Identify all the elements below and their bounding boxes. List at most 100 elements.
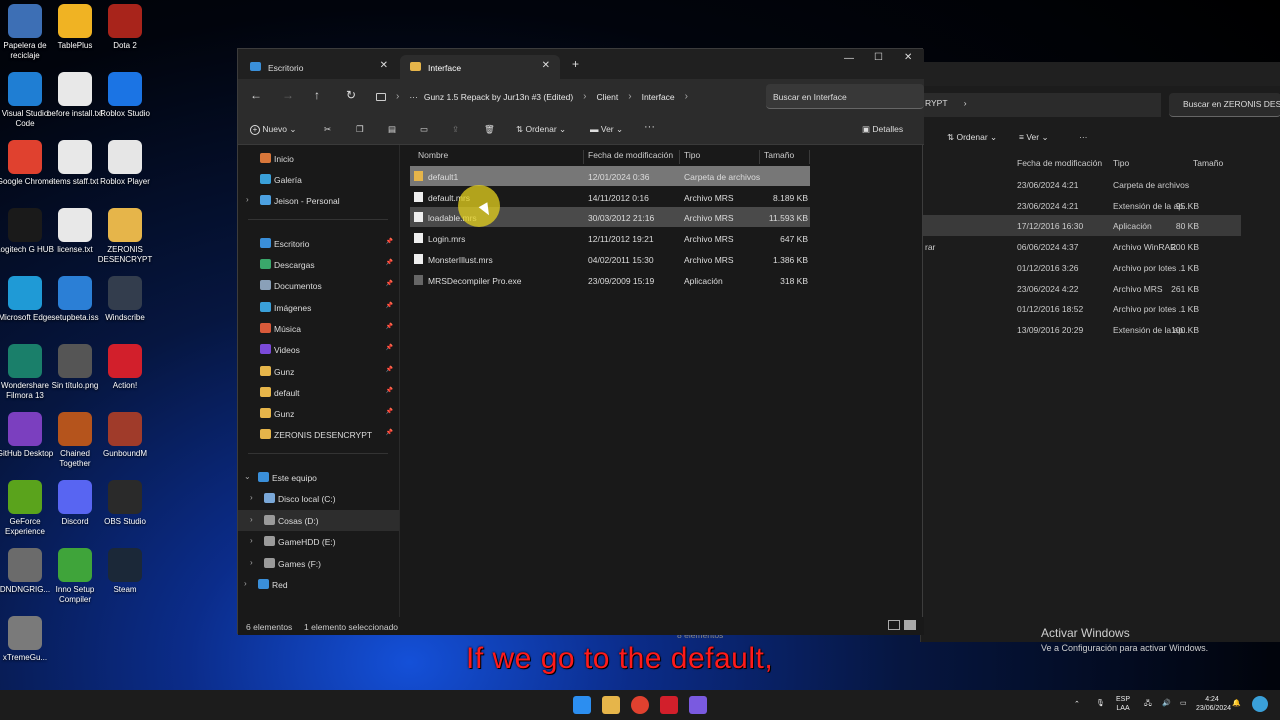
volume-icon[interactable]: 🔊	[1162, 699, 1171, 708]
back-more-button[interactable]: ···	[1079, 132, 1088, 142]
desktop-item[interactable]: Windscribe	[95, 276, 155, 323]
back-file-row[interactable]: 01/12/2016 3:26 Archivo por lotes ... 1 KB	[921, 257, 1241, 278]
sidebar-item[interactable]: › Games (F:)	[238, 553, 399, 574]
sort-button[interactable]: ⇅ Ordenar ⌄	[516, 124, 566, 135]
sidebar-item[interactable]: › Disco local (C:)	[238, 488, 399, 509]
chevron-down-icon[interactable]: ⌄	[244, 472, 251, 481]
back-file-row[interactable]: 13/09/2016 20:29 Extensión de la ap... 100…	[921, 319, 1241, 340]
close-tab-icon[interactable]: ✕	[542, 60, 550, 71]
back-file-row[interactable]: 23/06/2024 4:22 Archivo MRS 261 KB	[921, 278, 1241, 299]
bell-icon[interactable]: 🔔	[1232, 699, 1241, 708]
minimize-button[interactable]: —	[844, 53, 854, 64]
back-file-row[interactable]: rar 06/06/2024 4:37 Archivo WinRAR 200 KB	[921, 236, 1241, 257]
sidebar-item[interactable]: Galería	[238, 169, 399, 190]
pin-icon[interactable]: 📌	[386, 280, 393, 287]
visual-studio-icon[interactable]	[689, 696, 707, 714]
file-row[interactable]: MonsterIllust.mrs 04/02/2011 15:30 Archivo…	[410, 249, 810, 269]
chevron-right-icon[interactable]: ›	[250, 515, 253, 524]
chevron-up-icon[interactable]: ⌃	[1074, 700, 1080, 709]
new-button[interactable]: + Nuevo ⌄	[250, 124, 296, 135]
search-input[interactable]: Buscar en Interface	[766, 84, 924, 109]
pin-icon[interactable]: 📌	[386, 344, 393, 351]
back-view-button[interactable]: ≡ Ver ⌄	[1019, 132, 1049, 143]
address-bar[interactable]: › ··· Gunz 1.5 Repack by Jur13n #3 (Edit…	[376, 84, 756, 109]
action-icon[interactable]	[660, 696, 678, 714]
pin-icon[interactable]: 📌	[386, 302, 393, 309]
tab-interface[interactable]: Interface ✕	[400, 55, 560, 79]
back-col-size[interactable]: Tamaño	[1193, 158, 1223, 168]
cut-icon[interactable]: ✂	[324, 124, 331, 135]
file-row[interactable]: default1 12/01/2024 0:36 Carpeta de archiv…	[410, 166, 810, 186]
back-file-row[interactable]: 23/06/2024 4:21 Extensión de la ap... 95 K…	[921, 195, 1241, 216]
microphone-icon[interactable]: 🎙	[1096, 699, 1105, 708]
tiles-view-icon[interactable]	[904, 620, 916, 630]
desktop-item[interactable]: Dota 2	[95, 4, 155, 51]
up-arrow-icon[interactable]: ↑	[314, 88, 320, 102]
file-explorer-icon[interactable]	[602, 696, 620, 714]
breadcrumb-interface[interactable]: Interface	[642, 92, 675, 102]
desktop-item[interactable]: Roblox Studio	[95, 72, 155, 119]
copilot-icon[interactable]	[1252, 696, 1268, 712]
breadcrumb-more[interactable]: ···	[409, 92, 418, 102]
desktop-item[interactable]: GunboundM	[95, 412, 155, 459]
pin-icon[interactable]: 📌	[386, 238, 393, 245]
breadcrumb-gunz[interactable]: Gunz 1.5 Repack by Jur13n #3 (Edited)	[424, 92, 573, 102]
network-icon[interactable]: 🖧	[1144, 699, 1152, 708]
battery-icon[interactable]: ▭	[1180, 699, 1187, 708]
back-file-row[interactable]: 17/12/2016 16:30 Aplicación 80 KB	[921, 215, 1241, 237]
clock[interactable]: 4:24 23/06/2024	[1196, 695, 1231, 713]
view-button[interactable]: ▬ Ver ⌄	[590, 124, 623, 135]
refresh-icon[interactable]: ↻	[346, 88, 356, 102]
desktop-item[interactable]: xTremeGu...	[0, 616, 55, 663]
file-row[interactable]: MRSDecompiler Pro.exe 23/09/2009 15:19 Apl…	[410, 270, 810, 290]
pin-icon[interactable]: 📌	[386, 408, 393, 415]
chevron-right-icon[interactable]: ›	[250, 558, 253, 567]
desktop-item[interactable]: ZERONIS DESENCRYPT	[95, 208, 155, 265]
chevron-right-icon[interactable]: ›	[244, 579, 247, 588]
breadcrumb-client[interactable]: Client	[597, 92, 619, 102]
sidebar-item[interactable]: › Red	[238, 574, 399, 595]
more-options-icon[interactable]: ···	[644, 121, 655, 133]
back-arrow-icon[interactable]: ←	[250, 88, 262, 102]
chevron-right-icon[interactable]: ›	[246, 195, 249, 204]
back-sort-button[interactable]: ⇅ Ordenar ⌄	[947, 132, 997, 143]
desktop-item[interactable]: Steam	[95, 548, 155, 595]
sidebar-item[interactable]: Documentos 📌	[238, 275, 399, 296]
sidebar-item[interactable]: Videos 📌	[238, 339, 399, 360]
sidebar-item[interactable]: default 📌	[238, 382, 399, 403]
tab-escritorio[interactable]: Escritorio ✕	[240, 55, 398, 79]
pin-icon[interactable]: 📌	[386, 429, 393, 436]
file-row[interactable]: Login.mrs 12/11/2012 19:21 Archivo MRS 647 …	[410, 228, 810, 248]
back-window-search[interactable]: Buscar en ZERONIS DESENCRYPT	[1169, 93, 1280, 117]
start-icon[interactable]	[573, 696, 591, 714]
chevron-right-icon[interactable]: ›	[250, 536, 253, 545]
forward-arrow-icon[interactable]: →	[282, 88, 294, 102]
paste-icon[interactable]: ▤	[388, 124, 396, 135]
sidebar-item[interactable]: Inicio	[238, 148, 399, 169]
pin-icon[interactable]: 📌	[386, 259, 393, 266]
back-col-type[interactable]: Tipo	[1113, 158, 1129, 168]
sidebar-item[interactable]: Música 📌	[238, 318, 399, 339]
new-tab-button[interactable]: +	[572, 57, 579, 71]
back-col-date[interactable]: Fecha de modificación	[1017, 158, 1102, 168]
sidebar-item[interactable]: Escritorio 📌	[238, 233, 399, 254]
delete-icon[interactable]: 🗑	[484, 124, 495, 135]
background-explorer-window[interactable]: RYPT › Buscar en ZERONIS DESENCRYPT ⇅ Or…	[677, 62, 1280, 642]
pin-icon[interactable]: 📌	[386, 323, 393, 330]
sidebar-item[interactable]: Imágenes 📌	[238, 297, 399, 318]
maximize-button[interactable]: ☐	[874, 52, 883, 63]
desktop-item[interactable]: Action!	[95, 344, 155, 391]
rename-icon[interactable]: ▭	[420, 124, 428, 135]
desktop-item[interactable]: Roblox Player	[95, 140, 155, 187]
pin-icon[interactable]: 📌	[386, 387, 393, 394]
sidebar-item[interactable]: Gunz 📌	[238, 403, 399, 424]
back-file-row[interactable]: 23/06/2024 4:21 Carpeta de archivos	[921, 174, 1241, 195]
chrome-icon[interactable]	[631, 696, 649, 714]
sidebar-item[interactable]: › Jeison - Personal	[238, 190, 399, 211]
sidebar-item[interactable]: › GameHDD (E:)	[238, 531, 399, 552]
back-window-breadcrumb[interactable]: RYPT ›	[921, 93, 1161, 117]
details-button[interactable]: ▣ Detalles	[862, 124, 903, 135]
language-indicator[interactable]: ESP LAA	[1116, 695, 1130, 713]
col-name[interactable]: Nombre	[414, 150, 584, 164]
sidebar-item[interactable]: Gunz 📌	[238, 361, 399, 382]
